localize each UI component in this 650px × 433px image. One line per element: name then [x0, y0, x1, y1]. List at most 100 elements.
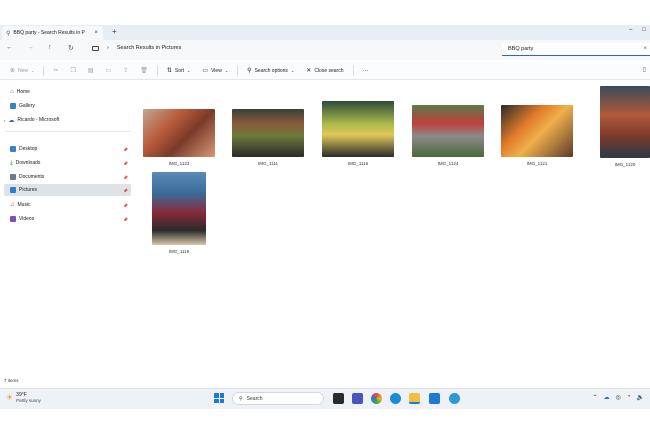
taskbar-search-label: Search: [246, 395, 263, 402]
taskbar-search[interactable]: ⚲ Search: [232, 392, 324, 405]
task-view-icon[interactable]: [333, 393, 344, 404]
file-item[interactable]: IMG_1111: [232, 109, 304, 166]
back-button[interactable]: ←: [6, 44, 13, 51]
image-thumbnail: [412, 105, 484, 157]
app-icon[interactable]: [449, 393, 460, 404]
weather-description: Partly sunny: [16, 398, 41, 403]
sidebar-item-onedrive[interactable]: › ☁ Ricardo - Microsoft: [4, 114, 131, 126]
wifi-icon[interactable]: ◔: [627, 394, 631, 401]
more-options-button[interactable]: ···: [357, 62, 375, 80]
breadcrumb-text[interactable]: Search Results in Pictures: [117, 45, 182, 51]
image-thumbnail: [143, 109, 215, 157]
toolbar-divider: [43, 65, 45, 76]
image-thumbnail: [322, 101, 394, 157]
store-icon[interactable]: [429, 393, 440, 404]
minimize-button[interactable]: –: [629, 27, 632, 33]
document-icon: [10, 174, 16, 180]
teams-icon[interactable]: [352, 393, 363, 404]
close-search-button[interactable]: ✕ Close search: [300, 62, 349, 80]
refresh-button[interactable]: ↻: [68, 44, 74, 52]
monitor-icon: [92, 45, 99, 51]
details-pane-icon[interactable]: ▯: [643, 66, 646, 73]
up-button[interactable]: ↑: [48, 44, 52, 51]
close-search-label: Close search: [314, 67, 344, 74]
system-tray: ⌃ ☁ ◎ ◔ 🔈: [593, 394, 644, 401]
cut-button[interactable]: ✂: [47, 62, 64, 80]
sidebar-item-home[interactable]: ⌂ Home: [4, 86, 131, 98]
tab-title: BBQ party - Search Results in P: [13, 30, 85, 36]
plus-circle-icon: ⊕: [10, 68, 16, 74]
item-count: 7 items: [4, 378, 19, 383]
onedrive-icon[interactable]: ☁: [604, 394, 610, 401]
cloud-icon: ☁: [8, 117, 15, 124]
weather-widget[interactable]: ☀ 39°F Partly sunny: [6, 392, 41, 403]
tab-close-button[interactable]: ×: [94, 30, 98, 36]
window-controls: – □: [629, 27, 646, 33]
search-icon: ⚲: [239, 395, 243, 402]
sidebar-divider: [6, 131, 131, 132]
chevron-down-icon: ⌄: [224, 68, 229, 73]
command-bar: ⊕ New ⌄ ✂ ❐ ▤ ▭ ⇪ 🗑 ⇅ Sort ⌄ ▭ View ⌄ ⚲ …: [0, 62, 650, 80]
sidebar-item-documents[interactable]: Documents 📌: [4, 171, 131, 183]
search-clear-button[interactable]: ×: [643, 46, 647, 52]
sidebar-item-videos[interactable]: Videos 📌: [4, 213, 131, 225]
edge-icon[interactable]: [390, 393, 401, 404]
sidebar-item-label: Desktop: [19, 146, 38, 152]
sidebar-item-gallery[interactable]: Gallery: [4, 100, 131, 112]
share-button[interactable]: ⇪: [117, 62, 134, 80]
copy-icon: ❐: [70, 68, 76, 74]
sidebar-item-pictures[interactable]: Pictures 📌: [4, 184, 131, 196]
image-thumbnail: [501, 105, 573, 157]
delete-button[interactable]: 🗑: [134, 62, 154, 80]
paste-button[interactable]: ▤: [82, 62, 100, 80]
rename-icon: ▭: [105, 68, 112, 74]
rename-button[interactable]: ▭: [100, 62, 118, 80]
view-button[interactable]: ▭ View ⌄: [196, 62, 234, 80]
new-button[interactable]: ⊕ New ⌄: [4, 62, 40, 80]
share-icon: ⇪: [123, 68, 129, 74]
image-thumbnail: [152, 172, 206, 245]
file-item[interactable]: IMG_1121: [501, 105, 573, 166]
sort-button-label: Sort: [174, 67, 185, 74]
search-options-button[interactable]: ⚲ Search options ⌄: [241, 62, 300, 80]
breadcrumb-separator: ›: [107, 45, 109, 51]
chrome-icon[interactable]: [371, 393, 382, 404]
navigation-pane: ⌂ Home Gallery › ☁ Ricardo - Microsoft D…: [0, 81, 133, 376]
file-view: IMG_1123 IMG_1111 IMG_1116 IMG_1124 IMG_…: [133, 81, 650, 376]
breadcrumb[interactable]: › Search Results in Pictures: [92, 45, 181, 51]
file-item[interactable]: IMG_1120: [600, 86, 650, 167]
pictures-icon: [10, 187, 16, 193]
sidebar-item-label: Ricardo - Microsoft: [17, 117, 60, 123]
toolbar-divider: [156, 65, 158, 76]
file-item[interactable]: IMG_1124: [412, 105, 484, 166]
file-explorer-icon[interactable]: [409, 393, 420, 404]
sidebar-item-desktop[interactable]: Desktop 📌: [4, 143, 131, 155]
toolbar-divider: [352, 65, 354, 76]
chevron-up-icon[interactable]: ⌃: [593, 394, 598, 401]
sort-button[interactable]: ⇅ Sort ⌄: [161, 62, 197, 80]
sidebar-item-music[interactable]: ♫ Music 📌: [4, 199, 131, 211]
window-tab[interactable]: ⚲ BBQ party - Search Results in P ×: [2, 26, 103, 40]
copy-button[interactable]: ❐: [64, 62, 81, 80]
file-name: IMG_1119: [168, 249, 190, 254]
windows-start-icon[interactable]: [214, 393, 224, 403]
sidebar-item-downloads[interactable]: ⤓ Downloads 📌: [4, 157, 131, 169]
new-tab-button[interactable]: +: [112, 27, 117, 36]
file-item[interactable]: IMG_1116: [322, 101, 394, 166]
search-options-label: Search options: [254, 67, 288, 74]
network-icon[interactable]: ◎: [616, 394, 621, 401]
forward-button[interactable]: →: [27, 44, 34, 51]
file-name: IMG_1116: [347, 161, 369, 166]
volume-icon[interactable]: 🔈: [637, 394, 644, 401]
file-item[interactable]: IMG_1123: [143, 109, 215, 166]
music-icon: ♫: [10, 202, 15, 208]
file-name: IMG_1124: [437, 161, 459, 166]
video-icon: [10, 216, 16, 222]
sidebar-item-label: Gallery: [19, 103, 35, 109]
search-input[interactable]: BBQ party ×: [502, 43, 650, 56]
home-icon: ⌂: [10, 89, 14, 95]
sun-icon: ☀: [6, 393, 14, 402]
file-item[interactable]: IMG_1119: [152, 172, 206, 254]
pin-icon: 📌: [123, 160, 128, 166]
maximize-button[interactable]: □: [642, 27, 646, 33]
